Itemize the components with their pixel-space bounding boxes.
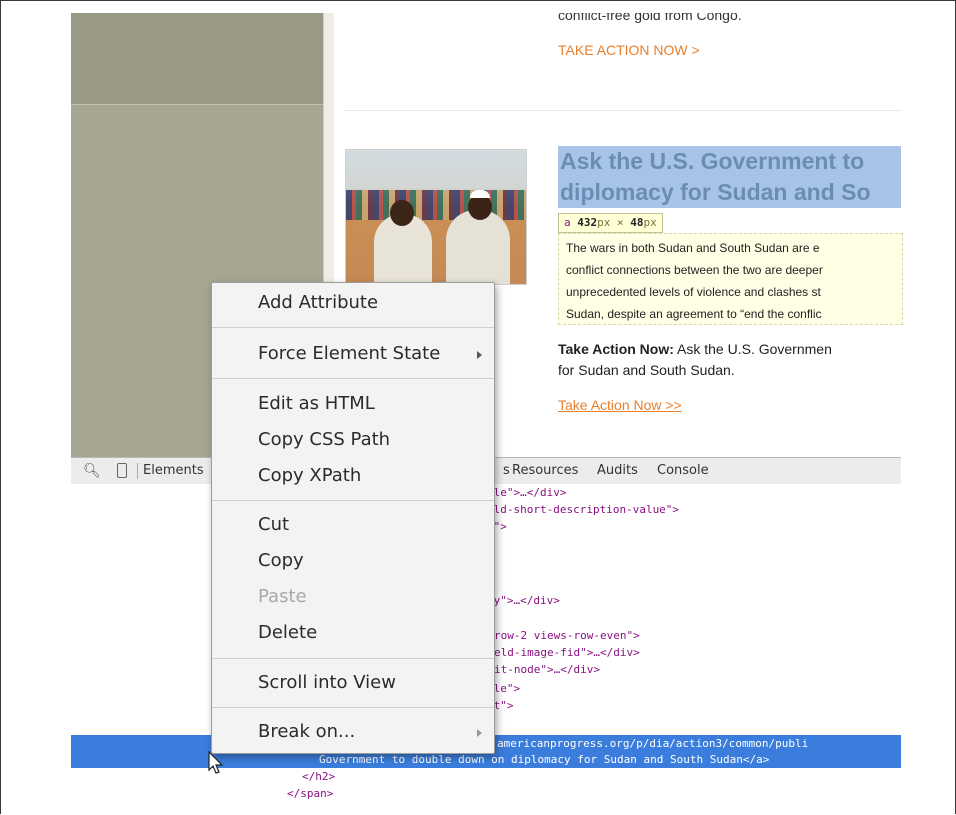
dom-line[interactable]: it-node">…</div> <box>494 663 600 676</box>
menu-item-edit-as-html[interactable]: Edit as HTML <box>258 393 375 415</box>
take-action-link[interactable]: Take Action Now >> <box>558 397 682 413</box>
toolbar-separator <box>137 463 138 479</box>
summary-line: The wars in both Sudan and South Sudan a… <box>566 241 820 255</box>
summary-line: conflict connections between the two are… <box>566 263 823 277</box>
submenu-arrow-icon <box>477 351 482 359</box>
search-icon[interactable]: 🔍︎ <box>83 462 101 479</box>
previous-item-text: conflict-free gold from Congo. <box>558 13 742 23</box>
selected-line-1: americanprogress.org/p/dia/action3/commo… <box>497 737 809 750</box>
mouse-pointer-icon <box>208 751 224 774</box>
menu-item-force-element-state[interactable]: Force Element State <box>258 343 440 365</box>
dom-line[interactable]: tle">…</div> <box>487 486 566 499</box>
menu-item-copy-css-path[interactable]: Copy CSS Path <box>258 429 390 451</box>
summary-line: Sudan, despite an agreement to “end the … <box>566 307 822 321</box>
browser-viewport: conflict-free gold from Congo. TAKE ACTI… <box>0 0 956 814</box>
headline-highlight[interactable]: Ask the U.S. Government to diplomacy for… <box>558 146 901 208</box>
dom-line[interactable]: dy">…</div> <box>487 594 560 607</box>
tab-resources[interactable]: Resources <box>512 463 578 478</box>
headline-line-2: diplomacy for Sudan and So <box>560 179 871 205</box>
selected-line-2: Government to double down on diplomacy f… <box>319 753 770 766</box>
take-action-text: Take Action Now: Ask the U.S. Governmen … <box>558 341 832 378</box>
menu-item-break-on[interactable]: Break on... <box>258 721 355 743</box>
dom-line[interactable]: </span> <box>287 787 333 800</box>
tab-partial[interactable]: s <box>503 463 510 478</box>
summary-line: unprecedented levels of violence and cla… <box>566 285 821 299</box>
menu-separator <box>212 658 494 659</box>
dom-line[interactable]: row-2 views-row-even"> <box>494 629 640 642</box>
sidebar-divider <box>71 104 323 105</box>
dom-line[interactable]: eld-short-description-value"> <box>487 503 679 516</box>
menu-separator <box>212 327 494 328</box>
article-photo <box>345 149 527 285</box>
element-size-tooltip: a 432px × 48px <box>558 213 663 233</box>
headline-line-1: Ask the U.S. Government to <box>560 148 865 174</box>
dom-line[interactable]: eld-image-fid">…</div> <box>494 646 640 659</box>
article-summary: The wars in both Sudan and South Sudan a… <box>558 233 903 325</box>
menu-item-scroll-into-view[interactable]: Scroll into View <box>258 672 396 694</box>
take-action-top-link[interactable]: TAKE ACTION NOW > <box>558 42 700 58</box>
menu-separator <box>212 500 494 501</box>
menu-item-copy-xpath[interactable]: Copy XPath <box>258 465 361 487</box>
menu-item-paste: Paste <box>258 586 307 607</box>
menu-item-cut[interactable]: Cut <box>258 514 289 536</box>
sidebar-top-block <box>71 13 323 105</box>
context-menu: Add Attribute Force Element State Edit a… <box>211 282 495 754</box>
menu-separator <box>212 707 494 708</box>
tab-audits[interactable]: Audits <box>597 463 638 478</box>
menu-item-copy[interactable]: Copy <box>258 550 304 572</box>
dom-line[interactable]: </h2> <box>302 770 335 783</box>
menu-item-delete[interactable]: Delete <box>258 622 317 644</box>
menu-item-add-attribute[interactable]: Add Attribute <box>258 292 378 314</box>
device-mode-icon[interactable] <box>117 463 127 478</box>
menu-separator <box>212 378 494 379</box>
submenu-arrow-icon <box>477 729 482 737</box>
tab-console[interactable]: Console <box>657 463 709 478</box>
item-divider <box>345 110 901 111</box>
tab-elements[interactable]: Elements <box>143 463 204 478</box>
